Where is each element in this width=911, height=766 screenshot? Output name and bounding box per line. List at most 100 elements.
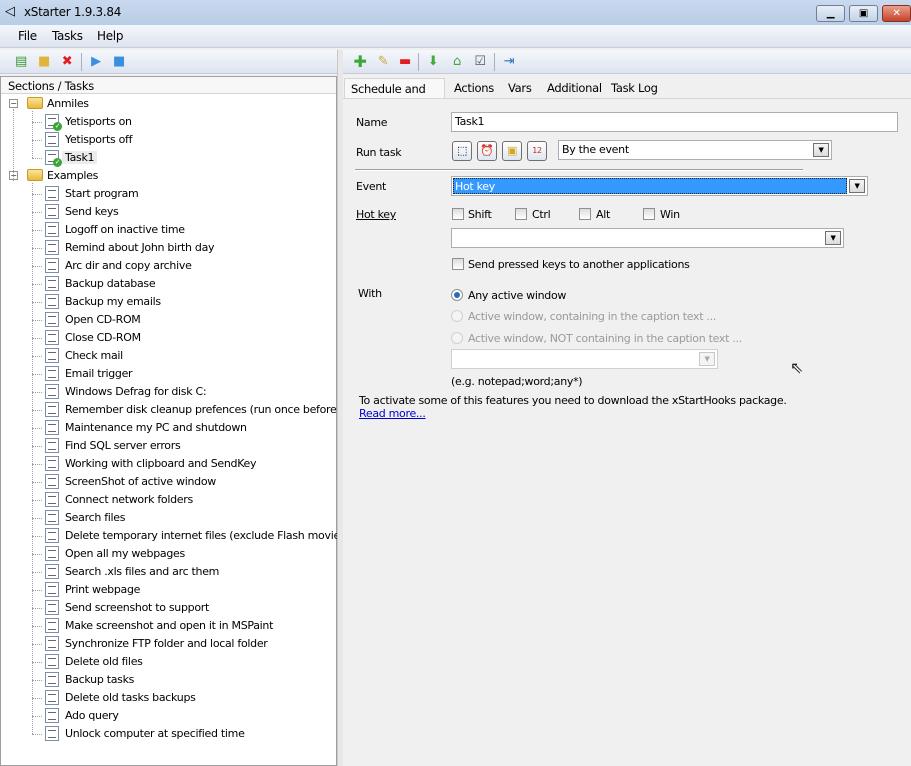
win-label: Win [660, 208, 680, 221]
menu-help[interactable]: Help [97, 29, 123, 43]
tree-item[interactable]: Open all my webpages [1, 545, 336, 563]
tree-item[interactable]: Backup tasks [1, 671, 336, 689]
event-label: Event [356, 180, 387, 193]
any-window-radio[interactable] [451, 289, 463, 301]
tree-item[interactable]: Send screenshot to support [1, 599, 336, 617]
folder-icon [27, 97, 43, 109]
task-icon [45, 294, 59, 309]
tree-item[interactable]: Search .xls files and arc them [1, 563, 336, 581]
send-keys-checkbox[interactable] [452, 258, 464, 270]
folder-window-icon[interactable]: ▣ [502, 141, 522, 161]
containing-caption-radio[interactable] [451, 310, 463, 322]
menu-tasks[interactable]: Tasks [52, 29, 83, 43]
collapse-icon[interactable]: − [9, 99, 18, 108]
not-containing-caption-radio[interactable] [451, 332, 463, 344]
win-checkbox[interactable] [643, 208, 655, 220]
manual-run-icon[interactable]: ⬚ [452, 141, 472, 161]
run-task-select[interactable]: By the event ▼ [558, 140, 832, 160]
remove-icon[interactable]: ▬ [397, 54, 413, 70]
tree-header: Sections / Tasks [1, 77, 336, 94]
tree-line [32, 212, 42, 213]
tree-item[interactable]: Check mail [1, 347, 336, 365]
chevron-down-icon[interactable]: ▼ [825, 231, 841, 245]
section-label: Anmiles [47, 97, 89, 110]
tree-item[interactable]: Find SQL server errors [1, 437, 336, 455]
caption-select[interactable]: ▼ [451, 349, 718, 369]
chevron-down-icon[interactable]: ▼ [849, 179, 865, 193]
tree-item[interactable]: Send keys [1, 203, 336, 221]
hot-key-select[interactable]: ▼ [451, 228, 844, 248]
minimize-button[interactable]: ▁ [816, 5, 845, 22]
ctrl-checkbox[interactable] [515, 208, 527, 220]
edit-icon[interactable]: ✎ [375, 54, 391, 70]
read-more-link[interactable]: Read more... [359, 407, 426, 420]
run-task-label: Run task [356, 146, 402, 159]
tree-item[interactable]: Unlock computer at specified time [1, 725, 336, 743]
tree-item[interactable]: Print webpage [1, 581, 336, 599]
task-label: Make screenshot and open it in MSPaint [65, 619, 274, 632]
tree-line [32, 698, 42, 699]
run-icon[interactable]: ▶ [88, 54, 104, 70]
tree-item[interactable]: Ado query [1, 707, 336, 725]
task-label: Windows Defrag for disk C: [65, 385, 207, 398]
tree-item[interactable]: ✓ Yetisports on [1, 113, 336, 131]
tree-item[interactable]: Synchronize FTP folder and local folder [1, 635, 336, 653]
delete-icon[interactable]: ✖ [59, 54, 75, 70]
tree-item[interactable]: ✓ Task1 [1, 149, 336, 167]
sections-tree[interactable]: Sections / Tasks − Anmiles ✓ Yetisports … [0, 76, 350, 766]
add-icon[interactable]: ✚ [352, 54, 368, 70]
tree-section[interactable]: − Anmiles [1, 95, 336, 113]
tree-item[interactable]: Delete old files [1, 653, 336, 671]
tree-item[interactable]: Backup my emails [1, 293, 336, 311]
tree-item[interactable]: Remind about John birth day [1, 239, 336, 257]
chevron-down-icon[interactable]: ▼ [813, 143, 829, 157]
tab-task-log[interactable]: Task Log [605, 78, 664, 98]
tree-item[interactable]: Delete old tasks backups [1, 689, 336, 707]
tree-item[interactable]: Arc dir and copy archive [1, 257, 336, 275]
tab-actions[interactable]: Actions [448, 78, 500, 98]
tree-item[interactable]: Windows Defrag for disk C: [1, 383, 336, 401]
tree-item[interactable]: Open CD-ROM [1, 311, 336, 329]
task-label: Backup tasks [65, 673, 135, 686]
stop-icon[interactable]: ■ [111, 54, 127, 70]
tree-item[interactable]: Logoff on inactive time [1, 221, 336, 239]
tree-item[interactable]: Connect network folders [1, 491, 336, 509]
tree-item[interactable]: Make screenshot and open it in MSPaint [1, 617, 336, 635]
task-label: Delete old files [65, 655, 143, 668]
tree-item[interactable]: Backup database [1, 275, 336, 293]
menu-file[interactable]: File [18, 29, 37, 43]
step-run-icon[interactable]: ⇥ [501, 54, 517, 70]
checklist-icon[interactable]: ☑ [472, 54, 488, 70]
tree-item[interactable]: Email trigger [1, 365, 336, 383]
title-bar: ◁ xStarter 1.9.3.84 ▁ ▣ ✕ [0, 0, 911, 25]
not-containing-caption-label: Active window, NOT containing in the cap… [468, 332, 742, 345]
name-input[interactable]: Task1 [451, 112, 898, 132]
tree-item[interactable]: Maintenance my PC and shutdown [1, 419, 336, 437]
new-task-icon[interactable]: ▤ [13, 54, 29, 70]
tree-item[interactable]: Close CD-ROM [1, 329, 336, 347]
alarm-clock-icon[interactable]: ⏰ [477, 141, 497, 161]
calendar-icon[interactable]: 12 [527, 141, 547, 161]
tree-item[interactable]: Search files [1, 509, 336, 527]
tree-section[interactable]: − Examples [1, 167, 336, 185]
task-icon [45, 636, 59, 651]
tree-item[interactable]: Delete temporary internet files (exclude… [1, 527, 350, 545]
tab-schedule-and-info[interactable]: Schedule and info [344, 78, 445, 110]
close-button[interactable]: ✕ [882, 5, 911, 22]
alt-checkbox[interactable] [579, 208, 591, 220]
tree-item[interactable]: Start program [1, 185, 336, 203]
tree-item[interactable]: ScreenShot of active window [1, 473, 336, 491]
event-select[interactable]: Hot key ▼ [451, 176, 868, 196]
chevron-down-icon[interactable]: ▼ [699, 352, 715, 366]
tree-item[interactable]: Remember disk cleanup prefences (run onc… [1, 401, 350, 419]
move-down-icon[interactable]: ⬇ [425, 54, 441, 70]
tab-additional[interactable]: Additional [541, 78, 608, 98]
tree-item[interactable]: Working with clipboard and SendKey [1, 455, 336, 473]
toolbar-separator [81, 53, 82, 71]
new-section-icon[interactable]: ■ [36, 54, 52, 70]
tab-vars[interactable]: Vars [502, 78, 538, 98]
move-up-icon[interactable]: ⌂ [449, 54, 465, 70]
tree-item[interactable]: Yetisports off [1, 131, 336, 149]
maximize-button[interactable]: ▣ [849, 5, 878, 22]
shift-checkbox[interactable] [452, 208, 464, 220]
